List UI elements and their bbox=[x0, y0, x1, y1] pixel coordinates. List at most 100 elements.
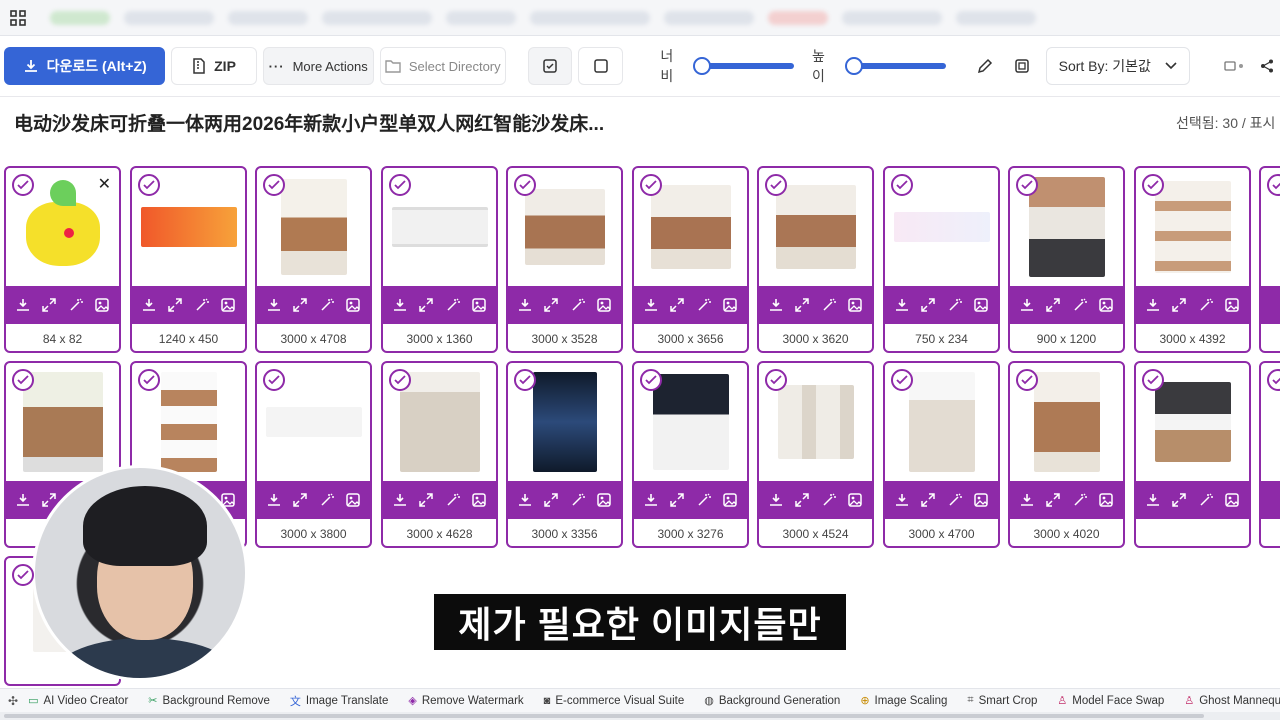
magic-wand-icon[interactable] bbox=[822, 298, 836, 312]
apps-grid-icon[interactable] bbox=[0, 0, 36, 36]
download-icon[interactable] bbox=[16, 493, 30, 507]
card-checkbox[interactable] bbox=[263, 369, 285, 391]
tool-image-scaling[interactable]: ⊕ Image Scaling bbox=[850, 694, 957, 708]
card-checkbox[interactable] bbox=[1016, 174, 1038, 196]
download-icon[interactable] bbox=[16, 298, 30, 312]
expand-icon[interactable] bbox=[42, 493, 57, 507]
tool-background-remove[interactable]: ✂ Background Remove bbox=[138, 694, 280, 708]
card-checkbox[interactable] bbox=[138, 174, 160, 196]
tool-image-translate[interactable]: 文 Image Translate bbox=[280, 693, 398, 709]
magic-wand-icon[interactable] bbox=[69, 298, 83, 312]
card-checkbox[interactable] bbox=[891, 174, 913, 196]
height-slider-knob[interactable] bbox=[844, 57, 863, 75]
download-icon[interactable] bbox=[142, 298, 156, 312]
image-icon[interactable] bbox=[472, 298, 486, 312]
expand-icon[interactable] bbox=[921, 493, 936, 507]
image-icon[interactable] bbox=[974, 493, 988, 507]
card-checkbox[interactable] bbox=[1267, 369, 1280, 391]
image-icon[interactable] bbox=[1099, 298, 1113, 312]
width-slider[interactable] bbox=[693, 57, 795, 75]
close-icon[interactable]: ✕ bbox=[98, 174, 111, 194]
magic-wand-icon[interactable] bbox=[1199, 493, 1213, 507]
expand-icon[interactable] bbox=[921, 298, 936, 312]
magic-wand-icon[interactable] bbox=[948, 298, 962, 312]
image-icon[interactable] bbox=[597, 493, 611, 507]
image-card[interactable]: 3000 x 3620 bbox=[757, 166, 874, 353]
expand-icon[interactable] bbox=[42, 298, 57, 312]
card-checkbox[interactable] bbox=[12, 174, 34, 196]
select-directory-button[interactable]: Select Directory bbox=[379, 47, 506, 85]
image-icon[interactable] bbox=[974, 298, 988, 312]
expand-icon[interactable] bbox=[544, 493, 559, 507]
puzzle-icon[interactable]: ✣ bbox=[0, 694, 18, 708]
card-checkbox[interactable] bbox=[514, 174, 536, 196]
image-card[interactable]: 3000 x 4020 bbox=[1008, 361, 1125, 548]
image-card[interactable]: 3000 x 3276 bbox=[632, 361, 749, 548]
deselect-all-button[interactable] bbox=[578, 47, 624, 85]
image-icon[interactable] bbox=[848, 298, 862, 312]
image-icon[interactable] bbox=[346, 298, 360, 312]
tool-remove-watermark[interactable]: ◈ Remove Watermark bbox=[398, 694, 533, 708]
image-icon[interactable] bbox=[723, 298, 737, 312]
tool-smart-crop[interactable]: ⌗ Smart Crop bbox=[957, 694, 1047, 707]
card-checkbox[interactable] bbox=[12, 564, 34, 586]
magic-wand-icon[interactable] bbox=[195, 298, 209, 312]
image-card[interactable]: 3000 x 4700 bbox=[883, 361, 1000, 548]
card-checkbox[interactable] bbox=[138, 369, 160, 391]
more-actions-button[interactable]: ··· More Actions bbox=[262, 47, 374, 85]
expand-icon[interactable] bbox=[795, 298, 810, 312]
magic-wand-icon[interactable] bbox=[320, 298, 334, 312]
download-icon[interactable] bbox=[644, 493, 658, 507]
magic-wand-icon[interactable] bbox=[1199, 298, 1213, 312]
image-icon[interactable] bbox=[1225, 493, 1239, 507]
card-checkbox[interactable] bbox=[1016, 369, 1038, 391]
image-card[interactable]: 3000 x 4708 bbox=[255, 166, 372, 353]
magic-wand-icon[interactable] bbox=[446, 298, 460, 312]
expand-icon[interactable] bbox=[1172, 493, 1187, 507]
image-card[interactable]: 750 x 234 bbox=[883, 166, 1000, 353]
expand-icon[interactable] bbox=[1172, 298, 1187, 312]
image-icon[interactable] bbox=[472, 493, 486, 507]
magic-wand-icon[interactable] bbox=[571, 493, 585, 507]
download-button[interactable]: 다운로드 (Alt+Z) bbox=[4, 47, 166, 85]
download-icon[interactable] bbox=[267, 493, 281, 507]
device-toggle-icon[interactable] bbox=[1222, 60, 1249, 72]
card-checkbox[interactable] bbox=[765, 369, 787, 391]
download-icon[interactable] bbox=[518, 493, 532, 507]
image-card[interactable]: 1240 x 450 bbox=[130, 166, 247, 353]
select-all-button[interactable] bbox=[527, 47, 573, 85]
image-icon[interactable] bbox=[346, 493, 360, 507]
image-icon[interactable] bbox=[848, 493, 862, 507]
share-icon[interactable] bbox=[1255, 59, 1280, 73]
card-checkbox[interactable] bbox=[389, 369, 411, 391]
image-card[interactable]: 3000 x 1360 bbox=[381, 166, 498, 353]
magic-wand-icon[interactable] bbox=[697, 493, 711, 507]
image-card[interactable]: 3000 x 3800 bbox=[255, 361, 372, 548]
expand-icon[interactable] bbox=[293, 298, 308, 312]
image-card-partial[interactable] bbox=[1259, 166, 1280, 353]
image-card[interactable]: 900 x 1200 bbox=[1008, 166, 1125, 353]
image-card[interactable]: ✕ 84 x 82 bbox=[4, 166, 121, 353]
expand-icon[interactable] bbox=[670, 493, 685, 507]
card-checkbox[interactable] bbox=[514, 369, 536, 391]
image-icon[interactable] bbox=[221, 298, 235, 312]
tool-background-generation[interactable]: ◍ Background Generation bbox=[694, 694, 850, 708]
download-icon[interactable] bbox=[1020, 298, 1034, 312]
magic-wand-icon[interactable] bbox=[697, 298, 711, 312]
width-slider-knob[interactable] bbox=[693, 57, 712, 75]
scrollbar-thumb[interactable] bbox=[4, 714, 1204, 718]
download-icon[interactable] bbox=[267, 298, 281, 312]
image-card[interactable]: 3000 x 4628 bbox=[381, 361, 498, 548]
image-card[interactable]: 3000 x 3656 bbox=[632, 166, 749, 353]
card-checkbox[interactable] bbox=[640, 369, 662, 391]
edit-icon[interactable] bbox=[971, 58, 998, 74]
image-card[interactable]: 3000 x 3528 bbox=[506, 166, 623, 353]
expand-icon[interactable] bbox=[419, 493, 434, 507]
tool-model-face-swap[interactable]: ♙ Model Face Swap bbox=[1047, 694, 1174, 708]
image-icon[interactable] bbox=[1099, 493, 1113, 507]
expand-icon[interactable] bbox=[293, 493, 308, 507]
card-checkbox[interactable] bbox=[891, 369, 913, 391]
horizontal-scrollbar[interactable] bbox=[0, 712, 1280, 720]
image-card[interactable]: 3000 x 3356 bbox=[506, 361, 623, 548]
download-icon[interactable] bbox=[644, 298, 658, 312]
